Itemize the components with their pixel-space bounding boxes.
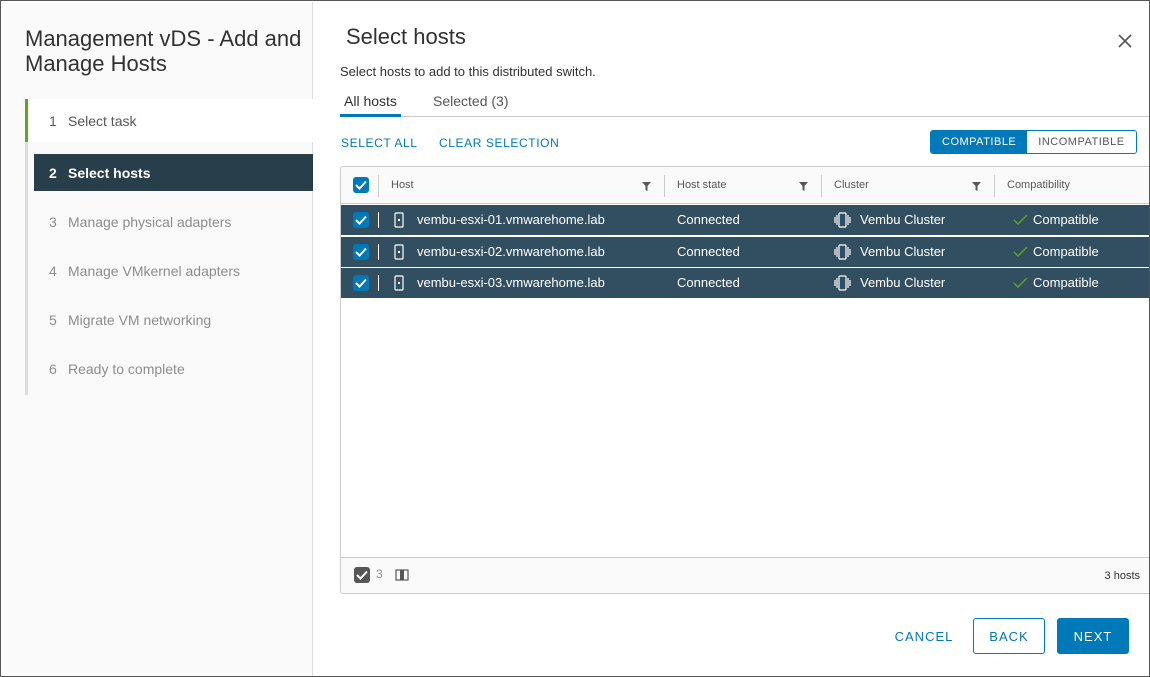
compatibility-toggle: COMPATIBLE INCOMPATIBLE	[930, 130, 1137, 154]
table-row[interactable]: vembu-esxi-03.vmwarehome.lab Connected V…	[341, 268, 1149, 298]
step-select-task[interactable]: 1 Select task	[25, 99, 313, 142]
check-icon	[1013, 277, 1028, 288]
column-separator[interactable]	[994, 175, 995, 197]
step-number: 1	[49, 112, 57, 129]
table-row[interactable]: vembu-esxi-01.vmwarehome.lab Connected V…	[341, 205, 1149, 235]
row-separator	[378, 244, 379, 260]
column-header-host[interactable]: Host	[391, 167, 414, 203]
host-icon	[394, 275, 404, 291]
row-separator	[378, 212, 379, 228]
wizard-dialog: Management vDS - Add and Manage Hosts 1 …	[0, 0, 1150, 677]
table-row[interactable]: vembu-esxi-02.vmwarehome.lab Connected V…	[341, 237, 1149, 267]
tab-bar: All hosts Selected (3)	[340, 90, 1149, 117]
check-icon	[1013, 214, 1028, 225]
checkmark-icon	[356, 570, 368, 580]
cluster-name[interactable]: Vembu Cluster	[860, 268, 945, 298]
step-manage-vmkernel-adapters: 4 Manage VMkernel adapters	[28, 246, 313, 295]
step-number: 5	[49, 311, 57, 328]
cluster-icon	[834, 244, 851, 260]
compatibility-status: Compatible	[1033, 244, 1099, 259]
tab-all-hosts[interactable]: All hosts	[340, 93, 401, 117]
datagrid-header: Host Host state Cluster Compatibility	[341, 167, 1149, 204]
host-state: Connected	[677, 275, 740, 290]
column-separator[interactable]	[821, 175, 822, 197]
wizard-steps: 1 Select task 2 Select hosts 3 Manage ph…	[25, 99, 313, 395]
step-number: 4	[49, 262, 57, 279]
column-header-cluster[interactable]: Cluster	[834, 167, 869, 203]
row-checkbox[interactable]	[353, 212, 369, 228]
cancel-button[interactable]: CANCEL	[886, 618, 962, 654]
clear-selection-button[interactable]: CLEAR SELECTION	[439, 136, 559, 150]
back-button[interactable]: BACK	[973, 618, 1045, 654]
selected-count: 3	[376, 567, 383, 581]
step-number: 2	[49, 164, 57, 181]
column-separator	[378, 175, 379, 197]
step-label: Select hosts	[68, 164, 151, 181]
check-icon	[1013, 246, 1028, 257]
step-label: Select task	[68, 112, 137, 129]
compatible-toggle-button[interactable]: COMPATIBLE	[931, 131, 1028, 153]
datagrid-footer: 3 3 hosts	[341, 557, 1149, 593]
page-title: Select hosts	[346, 24, 466, 49]
step-number: 3	[49, 213, 57, 230]
step-label: Migrate VM networking	[68, 311, 212, 328]
checkmark-icon	[355, 215, 367, 225]
step-label: Manage physical adapters	[68, 213, 232, 230]
row-separator	[378, 275, 379, 291]
selection-count-checkbox	[354, 567, 370, 583]
host-name[interactable]: vembu-esxi-01.vmwarehome.lab	[417, 205, 605, 235]
checkmark-icon	[355, 180, 367, 190]
select-all-checkbox[interactable]	[353, 177, 369, 193]
total-hosts: 3 hosts	[1104, 570, 1140, 582]
step-manage-physical-adapters: 3 Manage physical adapters	[28, 197, 313, 246]
row-checkbox[interactable]	[353, 244, 369, 260]
cluster-name[interactable]: Vembu Cluster	[860, 205, 945, 235]
hosts-datagrid: Host Host state Cluster Compatibility ve…	[340, 166, 1149, 594]
close-button[interactable]	[1114, 30, 1136, 52]
next-button[interactable]: NEXT	[1057, 618, 1129, 654]
tab-selected[interactable]: Selected (3)	[429, 93, 512, 117]
host-icon	[394, 244, 404, 260]
step-migrate-vm-networking: 5 Migrate VM networking	[28, 295, 313, 344]
column-header-compatibility[interactable]: Compatibility	[1007, 167, 1070, 203]
compatibility-status: Compatible	[1033, 212, 1099, 227]
step-select-hosts[interactable]: 2 Select hosts	[34, 154, 313, 191]
host-state: Connected	[677, 212, 740, 227]
wizard-sidebar: Management vDS - Add and Manage Hosts 1 …	[2, 2, 313, 676]
column-separator[interactable]	[664, 175, 665, 197]
checkmark-icon	[355, 247, 367, 257]
step-label: Manage VMkernel adapters	[68, 262, 240, 279]
select-all-button[interactable]: SELECT ALL	[341, 136, 418, 150]
step-number: 6	[49, 360, 57, 377]
row-checkbox[interactable]	[353, 275, 369, 291]
wizard-title: Management vDS - Add and Manage Hosts	[25, 26, 302, 76]
host-name[interactable]: vembu-esxi-02.vmwarehome.lab	[417, 237, 605, 267]
host-state: Connected	[677, 244, 740, 259]
host-icon	[394, 212, 404, 228]
filter-icon[interactable]	[642, 182, 651, 191]
incompatible-toggle-button[interactable]: INCOMPATIBLE	[1027, 131, 1136, 153]
checkmark-icon	[355, 278, 367, 288]
cluster-icon	[834, 212, 851, 228]
page-subtitle: Select hosts to add to this distributed …	[340, 64, 596, 79]
column-header-host-state[interactable]: Host state	[677, 167, 727, 203]
compatibility-status: Compatible	[1033, 275, 1099, 290]
wizard-content: Select hosts Select hosts to add to this…	[314, 2, 1149, 676]
cluster-name[interactable]: Vembu Cluster	[860, 237, 945, 267]
cluster-icon	[834, 275, 851, 291]
step-ready-to-complete: 6 Ready to complete	[28, 344, 313, 393]
step-label: Ready to complete	[68, 360, 185, 377]
columns-icon[interactable]	[395, 569, 409, 581]
host-name[interactable]: vembu-esxi-03.vmwarehome.lab	[417, 268, 605, 298]
filter-icon[interactable]	[799, 182, 808, 191]
filter-icon[interactable]	[972, 182, 981, 191]
close-icon	[1118, 34, 1132, 48]
